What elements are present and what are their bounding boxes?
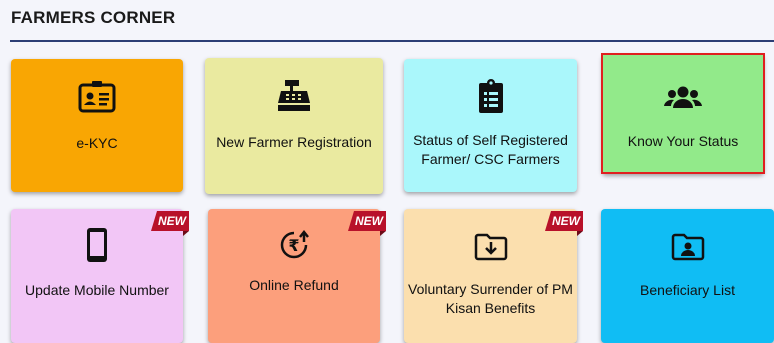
card-update-mobile-number[interactable]: NEW Update Mobile Number <box>11 209 189 343</box>
title-divider <box>10 40 774 42</box>
new-badge-text: NEW <box>158 214 186 228</box>
card-ekyc[interactable]: e-KYC <box>11 59 183 192</box>
card-label: New Farmer Registration <box>216 134 372 150</box>
new-badge-text: NEW <box>355 214 383 228</box>
card-online-refund[interactable]: NEW ₹ Online Refund <box>208 209 386 343</box>
card-label: Status of Self Registered Farmer/ CSC Fa… <box>413 132 568 167</box>
card-beneficiary-list[interactable]: Beneficiary List <box>601 209 774 343</box>
cash-register-icon <box>205 80 383 112</box>
rupee-refund-icon: ₹ <box>208 229 380 261</box>
svg-text:₹: ₹ <box>288 236 299 255</box>
mobile-icon <box>11 227 183 263</box>
card-voluntary-surrender[interactable]: NEW Voluntary Surrender of PM Kisan Bene… <box>404 209 583 343</box>
folder-download-icon <box>404 233 577 261</box>
folder-user-icon <box>601 233 774 261</box>
clipboard-list-icon <box>404 79 577 113</box>
card-status-self-registered[interactable]: Status of Self Registered Farmer/ CSC Fa… <box>404 59 577 192</box>
card-know-your-status[interactable]: Know Your Status <box>602 54 764 174</box>
card-label: Voluntary Surrender of PM Kisan Benefits <box>408 281 573 316</box>
card-label: Update Mobile Number <box>25 282 169 298</box>
new-badge-text: NEW <box>552 214 580 228</box>
card-label: Online Refund <box>249 277 339 293</box>
section-title: FARMERS CORNER <box>11 8 176 27</box>
card-label: e-KYC <box>76 135 118 151</box>
card-label: Beneficiary List <box>640 282 735 298</box>
new-badge: NEW <box>543 209 583 236</box>
card-new-farmer-registration[interactable]: New Farmer Registration <box>205 58 383 194</box>
users-icon <box>602 86 764 110</box>
id-card-icon <box>11 81 183 113</box>
card-label: Know Your Status <box>627 133 739 149</box>
